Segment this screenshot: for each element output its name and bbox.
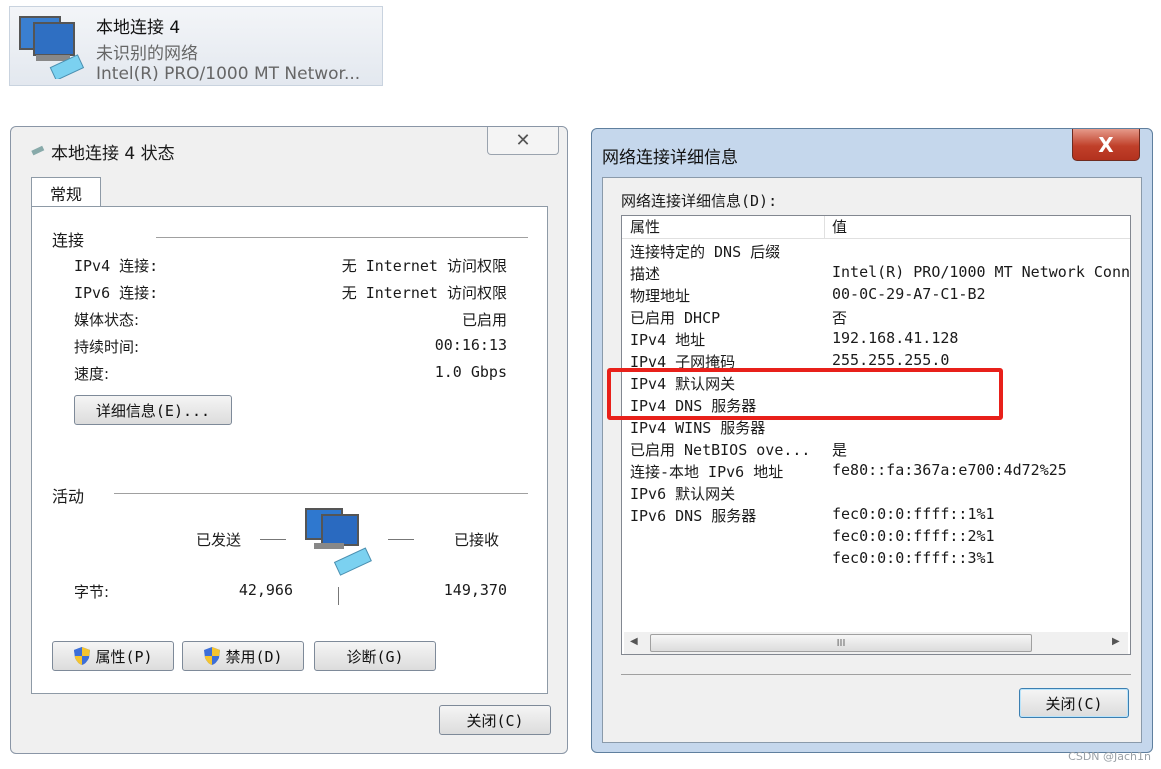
details-body: 网络连接详细信息(D): 属性 值 连接特定的 DNS 后缀 描述 Intel(R)… (602, 177, 1142, 743)
list-item[interactable]: 连接特定的 DNS 后缀 (622, 240, 1130, 262)
value-cell: fec0:0:0:ffff::1%1 (832, 505, 995, 523)
bytes-sent-value: 42,966 (238, 581, 293, 599)
general-panel: 连接 IPv4 连接: 无 Internet 访问权限 IPv6 连接: 无 I… (31, 206, 548, 694)
activity-heading: 活动 (52, 487, 85, 506)
column-header-property[interactable]: 属性 (630, 216, 660, 238)
value-cell: fec0:0:0:ffff::3%1 (832, 549, 995, 567)
details-list[interactable]: 属性 值 连接特定的 DNS 后缀 描述 Intel(R) PRO/1000 MT … (621, 215, 1131, 655)
disable-button[interactable]: 禁用(D) (182, 641, 304, 671)
connection-heading: 连接 (52, 231, 85, 250)
window-close-button[interactable]: ✕ (487, 127, 559, 155)
list-item[interactable]: IPv4 地址 192.168.41.128 (622, 328, 1130, 350)
ipv6-connectivity-label: IPv6 连接: (74, 284, 159, 302)
value-cell: 192.168.41.128 (832, 329, 959, 347)
close-button[interactable]: 关闭(C) (439, 705, 551, 735)
horizontal-scrollbar[interactable]: ◀ III ▶ (624, 632, 1128, 654)
value-cell: fe80::fa:367a:e700:4d72%25 (832, 461, 1067, 479)
column-divider[interactable] (824, 216, 825, 238)
value-cell: Intel(R) PRO/1000 MT Network Conn (832, 263, 1131, 281)
adapter-device: Intel(R) PRO/1000 MT Networ... (96, 64, 361, 84)
list-item[interactable]: 已启用 DHCP 否 (622, 306, 1130, 328)
property-cell: IPv6 默认网关 (630, 485, 736, 503)
media-state-label: 媒体状态: (74, 311, 140, 329)
value-cell: 是 (832, 441, 848, 459)
window-title: 网络连接详细信息 (602, 148, 738, 168)
value-cell: 255.255.255.0 (832, 351, 950, 369)
bytes-received-value: 149,370 (443, 581, 507, 599)
activity-computer-icon (305, 508, 372, 576)
connection-status-window: 本地连接 4 状态 ✕ 常规 连接 IPv4 连接: 无 Internet 访问… (10, 126, 568, 754)
sent-label: 已发送 (196, 531, 242, 549)
list-item[interactable]: 描述 Intel(R) PRO/1000 MT Network Conn (622, 262, 1130, 284)
list-item[interactable]: IPv6 DNS 服务器 fec0:0:0:ffff::1%1 (622, 504, 1130, 526)
value-cell: 否 (832, 309, 848, 327)
value-cell: fec0:0:0:ffff::2%1 (832, 527, 995, 545)
list-item[interactable]: 已启用 NetBIOS ove... 是 (622, 438, 1130, 460)
scroll-right-arrow[interactable]: ▶ (1112, 636, 1120, 647)
speed-value: 1.0 Gbps (434, 363, 507, 381)
window-close-button[interactable]: X (1072, 129, 1140, 161)
list-item[interactable]: fec0:0:0:ffff::3%1 (622, 548, 1130, 570)
list-item[interactable]: 连接-本地 IPv6 地址 fe80::fa:367a:e700:4d72%25 (622, 460, 1130, 482)
details-list-label: 网络连接详细信息(D): (621, 192, 778, 210)
highlight-box (607, 368, 1003, 420)
property-cell: 物理地址 (630, 287, 691, 305)
value-cell: 00-0C-29-A7-C1-B2 (832, 285, 986, 303)
property-cell: 已启用 NetBIOS ove... (630, 441, 811, 459)
properties-button[interactable]: 属性(P) (52, 641, 174, 671)
list-item[interactable]: IPv6 默认网关 (622, 482, 1130, 504)
disable-label: 禁用(D) (225, 647, 283, 666)
ipv4-connectivity-value: 无 Internet 访问权限 (341, 257, 507, 275)
sent-line (260, 539, 286, 540)
shield-icon (74, 647, 91, 665)
duration-value: 00:16:13 (434, 336, 507, 354)
property-cell: IPv4 地址 (630, 331, 706, 349)
ipv6-connectivity-value: 无 Internet 访问权限 (341, 284, 507, 302)
ipv4-connectivity-label: IPv4 连接: (74, 257, 159, 275)
close-button[interactable]: 关闭(C) (1019, 688, 1129, 718)
network-computer-icon (19, 16, 85, 79)
media-state-value: 已启用 (461, 311, 507, 329)
properties-label: 属性(P) (95, 647, 153, 666)
network-cable-icon (31, 145, 45, 156)
bytes-label: 字节: (74, 583, 110, 601)
received-label: 已接收 (454, 531, 500, 549)
scroll-grip: III (836, 637, 846, 649)
details-button[interactable]: 详细信息(E)... (74, 395, 232, 425)
tab-general[interactable]: 常规 (31, 177, 101, 207)
watermark: CSDN @Jach1n (1068, 750, 1151, 763)
separator-line (338, 587, 339, 605)
list-item[interactable]: fec0:0:0:ffff::2%1 (622, 526, 1130, 548)
divider (621, 674, 1131, 675)
divider (114, 493, 528, 494)
shield-icon (204, 647, 221, 665)
speed-label: 速度: (74, 365, 110, 383)
scroll-thumb[interactable]: III (650, 634, 1032, 652)
divider (156, 237, 528, 238)
property-cell: 已启用 DHCP (630, 309, 721, 327)
received-line (388, 539, 414, 540)
adapter-name: 本地连接 4 (96, 18, 181, 38)
list-header: 属性 值 (622, 216, 1130, 239)
connection-details-window: 网络连接详细信息 X 网络连接详细信息(D): 属性 值 连接特定的 DNS 后… (591, 128, 1153, 753)
adapter-network: 未识别的网络 (96, 44, 198, 64)
property-cell: 描述 (630, 265, 661, 283)
property-cell: IPv4 WINS 服务器 (630, 419, 766, 437)
window-title: 本地连接 4 状态 (51, 144, 175, 164)
property-cell: 连接-本地 IPv6 地址 (630, 463, 784, 481)
property-cell: IPv6 DNS 服务器 (630, 507, 757, 525)
scroll-left-arrow[interactable]: ◀ (630, 636, 638, 647)
duration-label: 持续时间: (74, 338, 140, 356)
diagnose-button[interactable]: 诊断(G) (314, 641, 436, 671)
list-item[interactable]: 物理地址 00-0C-29-A7-C1-B2 (622, 284, 1130, 306)
property-cell: 连接特定的 DNS 后缀 (630, 243, 781, 261)
network-adapter-tile[interactable]: 本地连接 4 未识别的网络 Intel(R) PRO/1000 MT Netwo… (9, 6, 383, 86)
column-header-value[interactable]: 值 (832, 216, 847, 238)
